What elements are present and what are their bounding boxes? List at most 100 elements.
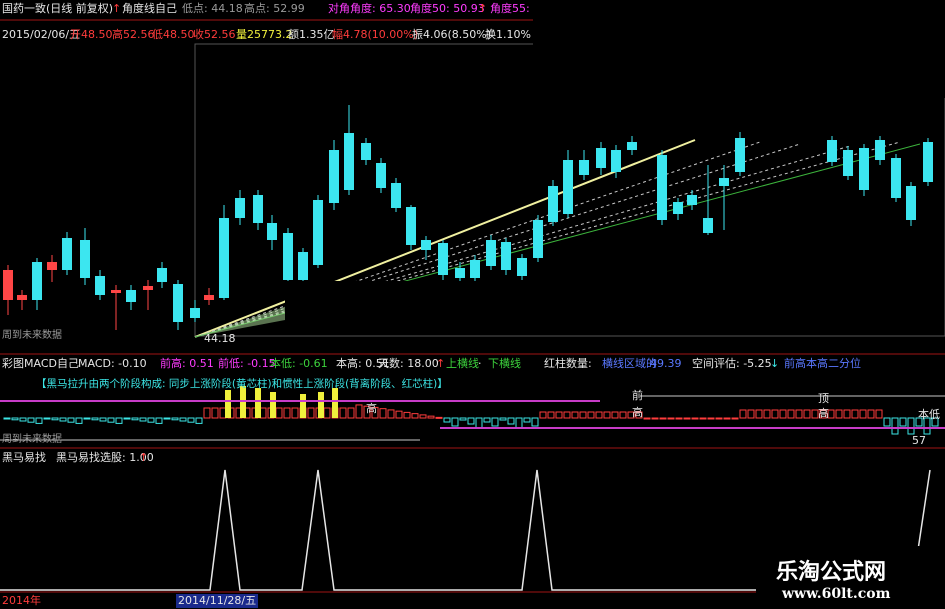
low-marker-label: 44.18 [204,332,236,345]
macd-bar [291,407,299,419]
watermark-url: www.60lt.com [782,586,891,602]
macd-bar [531,417,539,427]
indicator-arrow-icon: ↑ [112,2,122,15]
macd-label-57: 57 [912,434,926,447]
candle-body [3,270,13,300]
macd-bar [851,409,859,419]
macd-bar [91,417,99,421]
macd-bar [891,417,899,435]
macd-bar [451,417,459,427]
macd-bar [283,407,291,419]
candle-body [579,160,589,175]
macd-bar [883,417,891,427]
macd-bar [339,407,347,419]
macd-bar [899,417,907,427]
macd-bar [691,417,699,420]
candle-body [283,233,293,280]
macd-bar [667,417,675,420]
candle-body [47,262,57,270]
watermark-title: 乐淘公式网 [776,559,887,585]
macd-bar [587,411,595,419]
macd-bar [683,417,691,420]
macd-bar [387,409,395,419]
candle-body [548,186,558,222]
macd-bar [739,409,747,419]
horse-panel-name[interactable]: 黑马易找 [2,451,46,465]
candle-body [735,138,745,172]
macd-label-fu: 本低 [918,408,940,421]
macd-bar [467,417,475,425]
chart-window: { "header": { "stock_title": "国药一致(日线 前复… [0,0,945,609]
macd-bar [651,417,659,420]
macd-bar [459,417,467,421]
macd-bar [307,407,315,419]
candle-body [126,290,136,302]
candle-body [923,142,933,182]
macd-bar [787,409,795,419]
macd-yellow-bar [332,388,338,418]
candle-body [344,133,354,190]
macd-bar [203,407,211,419]
candle-body [95,276,105,295]
arrow-up-icon: ↑ [436,357,446,370]
candle-body [703,218,713,233]
occlusion-top-right [533,0,945,98]
macd-bar [123,417,131,420]
candle-body [361,143,371,160]
candle-body [376,163,386,188]
macd-prev-high-2: 前高本高二分位 [784,357,861,370]
candle-body [438,243,448,275]
macd-bar [867,409,875,419]
macd-bar [715,417,723,420]
macd-bar [419,414,427,419]
candle-body [455,268,465,278]
diag-angle-label: 对角角度: 65.30 [328,2,411,15]
macd-bar [483,417,491,423]
candle-body [563,160,573,214]
macd-bar [379,408,387,419]
indicator-name[interactable]: 角度线自己 [122,2,177,16]
future-hint: 周到未来数据 [2,330,62,341]
candle-body [111,290,121,293]
candle-body [80,240,90,278]
candle-body [298,252,308,280]
macd-bar [411,413,419,419]
quote-open: 开48.50 [70,28,113,41]
macd-bar [43,417,51,420]
macd-panel-name[interactable]: 彩图MACD自己 [2,357,79,371]
macd-bar [75,417,83,424]
candle-body [657,155,667,220]
quote-change: 幅4.78(10.00%) [332,28,419,41]
candle-body [517,258,527,276]
macd-label-high: 高 [366,402,377,415]
macd-bar [515,417,523,429]
macd-bar [795,409,803,419]
macd-bar [619,411,627,419]
macd-future-hint: 周到未来数据 [2,434,62,445]
macd-bar [563,411,571,419]
candle-body [501,242,511,270]
candle-body [313,200,323,265]
macd-space-eval: 空间评估: -5.25 [692,357,772,370]
candle-body [673,202,683,214]
macd-bar [435,416,443,419]
arrow-down-icon: ↓ [770,357,780,370]
macd-bar [179,417,187,422]
quote-date: 2015/02/06/五 [2,28,81,41]
macd-bar [771,409,779,419]
macd-label-top-high: 高 [818,407,829,420]
macd-up-break: 上横线 [446,357,479,370]
candle-body [235,198,245,218]
candle-body [219,218,229,298]
macd-bar [443,417,451,423]
macd-red-count: 红柱数量: [544,357,592,370]
macd-this-low: 本低: -0.61 [270,357,328,370]
macd-bar [323,407,331,419]
macd-bar [395,410,403,419]
axis-year: 2014年 [2,594,41,607]
candle-body [329,150,339,203]
stock-title[interactable]: 国药一致(日线 前复权) [2,2,113,16]
candle-body [687,195,697,205]
macd-bar [131,417,139,421]
candle-body [32,262,42,300]
